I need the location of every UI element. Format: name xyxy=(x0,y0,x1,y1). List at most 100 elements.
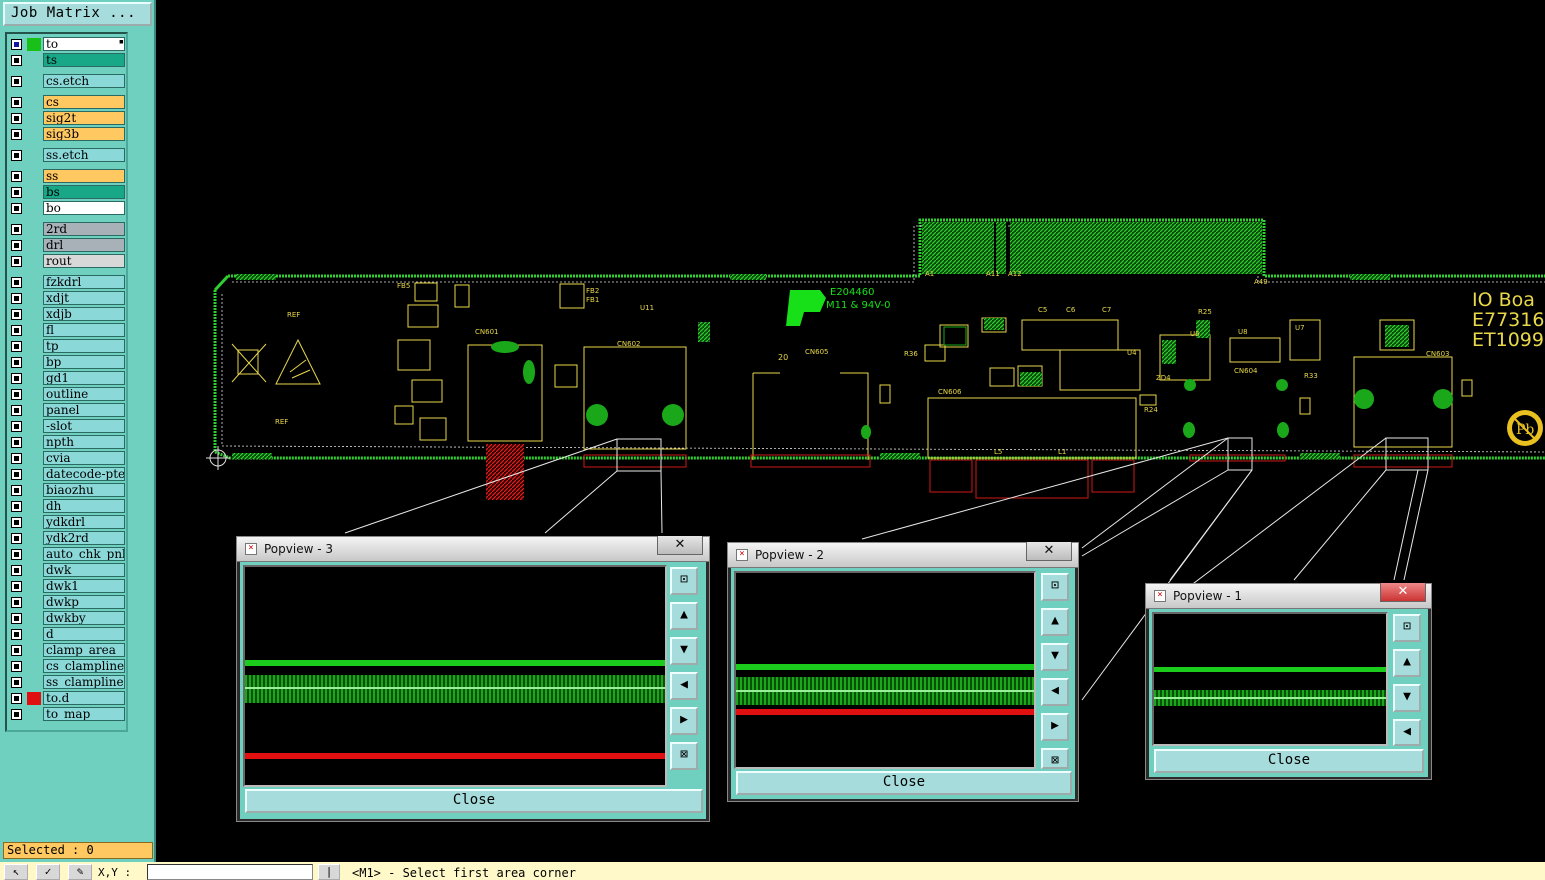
popview-window-2[interactable]: × Popview - 2 ✕ ⊡ ▲ ▼ ◀ ▶ ⊠ Close xyxy=(727,542,1079,802)
layer-checkbox[interactable] xyxy=(11,677,22,688)
layer-row[interactable]: dh xyxy=(9,499,127,514)
layer-checkbox[interactable] xyxy=(11,76,22,87)
layer-name[interactable]: -slot xyxy=(43,419,125,433)
layer-checkbox[interactable] xyxy=(11,661,22,672)
layer-row[interactable]: auto_chk_pnl xyxy=(9,547,127,562)
layer-row[interactable]: dwk xyxy=(9,563,127,578)
layer-row[interactable]: fzkdrl xyxy=(9,275,127,290)
layer-checkbox[interactable] xyxy=(11,645,22,656)
layer-name[interactable]: dwk xyxy=(43,563,125,577)
layer-name[interactable]: ydkdrl xyxy=(43,515,125,529)
layer-checkbox[interactable] xyxy=(11,357,22,368)
layer-name[interactable]: cs xyxy=(43,95,125,109)
zoom-box-icon[interactable]: ⊠ xyxy=(670,742,698,770)
layer-checkbox[interactable] xyxy=(11,405,22,416)
layer-name[interactable]: sig3b xyxy=(43,127,125,141)
layer-name[interactable]: dh xyxy=(43,499,125,513)
layer-checkbox[interactable] xyxy=(11,453,22,464)
layer-checkbox[interactable] xyxy=(11,533,22,544)
layer-checkbox[interactable] xyxy=(11,171,22,182)
layer-row[interactable]: panel xyxy=(9,403,127,418)
layer-checkbox[interactable] xyxy=(11,597,22,608)
layer-name[interactable]: drl xyxy=(43,238,125,252)
layer-checkbox[interactable] xyxy=(11,113,22,124)
layer-row[interactable]: xdjb xyxy=(9,307,127,322)
layer-row[interactable]: xdjt xyxy=(9,291,127,306)
layer-row[interactable]: clamp_area xyxy=(9,643,127,658)
popview-window-1[interactable]: × Popview - 1 ✕ ⊡ ▲ ▼ ◀ Close xyxy=(1145,583,1432,780)
layer-name[interactable]: datecode-pte xyxy=(43,467,125,481)
layer-name[interactable]: dwk1 xyxy=(43,579,125,593)
layer-row[interactable]: npth xyxy=(9,435,127,450)
layer-dropdown-icon[interactable]: ▪ xyxy=(119,37,124,47)
layer-checkbox[interactable] xyxy=(11,565,22,576)
layer-checkbox[interactable] xyxy=(11,39,22,50)
layer-row[interactable]: sig2t xyxy=(9,111,127,126)
layer-checkbox[interactable] xyxy=(11,309,22,320)
pan-left-icon[interactable]: ◀ xyxy=(1393,719,1421,746)
layer-name[interactable]: biaozhu xyxy=(43,483,125,497)
popview-3-close-button[interactable]: Close xyxy=(245,789,703,813)
layer-name[interactable]: cs_clampline xyxy=(43,659,125,673)
layer-checkbox[interactable] xyxy=(11,240,22,251)
layer-row[interactable]: ss_clampline xyxy=(9,675,127,690)
layer-checkbox[interactable] xyxy=(11,693,22,704)
layer-name[interactable]: ydk2rd xyxy=(43,531,125,545)
popview-3-close-x-button[interactable]: ✕ xyxy=(657,536,703,555)
popview-2-close-button[interactable]: Close xyxy=(736,771,1072,795)
layer-name[interactable]: cvia xyxy=(43,451,125,465)
layer-checkbox[interactable] xyxy=(11,341,22,352)
pan-left-icon[interactable]: ◀ xyxy=(670,672,698,700)
layer-row[interactable]: dwkby xyxy=(9,611,127,626)
layer-row[interactable]: ss xyxy=(9,169,127,184)
layer-row[interactable]: ss.etch xyxy=(9,148,127,163)
layer-name[interactable]: clamp_area xyxy=(43,643,125,657)
popview-2-titlebar[interactable]: × Popview - 2 ✕ xyxy=(728,542,1078,568)
layer-row[interactable]: sig3b xyxy=(9,127,127,142)
layer-checkbox[interactable] xyxy=(11,187,22,198)
layer-checkbox[interactable] xyxy=(11,581,22,592)
layer-name[interactable]: fzkdrl xyxy=(43,275,125,289)
layer-row[interactable]: gd1 xyxy=(9,371,127,386)
layer-row[interactable]: ydkdrl xyxy=(9,515,127,530)
layer-checkbox[interactable] xyxy=(11,293,22,304)
layer-name[interactable]: ss_clampline xyxy=(43,675,125,689)
layer-checkbox[interactable] xyxy=(11,501,22,512)
layer-name[interactable]: dwkby xyxy=(43,611,125,625)
layer-checkbox[interactable] xyxy=(11,203,22,214)
popview-3-titlebar[interactable]: × Popview - 3 ✕ xyxy=(237,536,709,562)
layer-row[interactable]: bo xyxy=(9,201,127,216)
popview-1-close-button[interactable]: Close xyxy=(1154,749,1424,773)
layer-checkbox[interactable] xyxy=(11,277,22,288)
pan-up-icon[interactable]: ▲ xyxy=(1393,649,1421,677)
layer-row[interactable]: rout xyxy=(9,254,127,269)
layer-checkbox[interactable] xyxy=(11,613,22,624)
layer-row[interactable]: bp xyxy=(9,355,127,370)
layer-row[interactable]: bs xyxy=(9,185,127,200)
job-matrix-button[interactable]: Job Matrix ... xyxy=(3,2,152,26)
layer-checkbox[interactable] xyxy=(11,485,22,496)
pan-right-icon[interactable]: ▶ xyxy=(670,707,698,735)
layer-checkbox[interactable] xyxy=(11,325,22,336)
layer-name[interactable]: ts xyxy=(43,53,125,67)
layer-checkbox[interactable] xyxy=(11,256,22,267)
pan-down-icon[interactable]: ▼ xyxy=(1393,684,1421,712)
layer-name[interactable]: gd1 xyxy=(43,371,125,385)
layer-name[interactable]: d xyxy=(43,627,125,641)
layer-row[interactable]: to.d xyxy=(9,691,127,706)
popview-3-view[interactable] xyxy=(243,565,667,787)
layer-name[interactable]: rout xyxy=(43,254,125,268)
layer-checkbox[interactable] xyxy=(11,373,22,384)
layer-name[interactable]: npth xyxy=(43,435,125,449)
layer-row[interactable]: cvia xyxy=(9,451,127,466)
layer-name[interactable]: tp xyxy=(43,339,125,353)
layer-name[interactable]: ss.etch xyxy=(43,148,125,162)
layer-row[interactable]: outline xyxy=(9,387,127,402)
layer-row[interactable]: ydk2rd xyxy=(9,531,127,546)
xy-input[interactable] xyxy=(147,864,313,880)
layer-row[interactable]: dwk1 xyxy=(9,579,127,594)
layer-name[interactable]: ss xyxy=(43,169,125,183)
layer-name[interactable]: bo xyxy=(43,201,125,215)
layer-row[interactable]: -slot xyxy=(9,419,127,434)
layer-checkbox[interactable] xyxy=(11,129,22,140)
